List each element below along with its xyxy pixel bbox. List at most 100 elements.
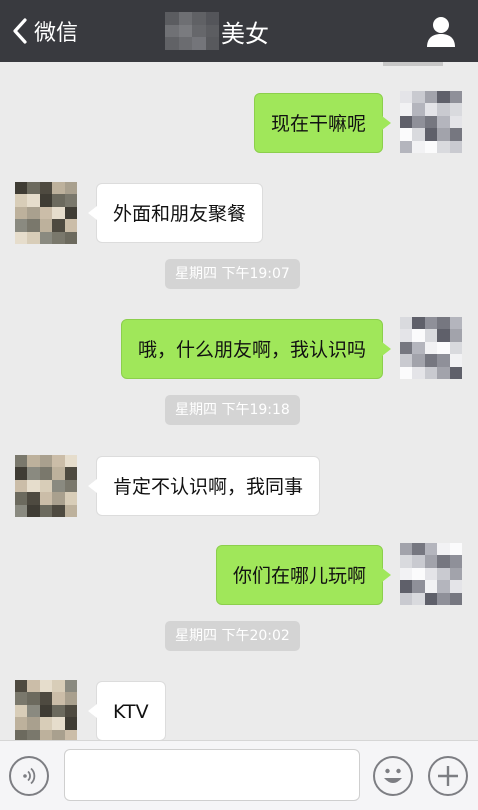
avatar-mosaic-cell: [15, 479, 28, 493]
avatar-mosaic-cell: [64, 182, 77, 195]
avatar-mosaic-cell: [15, 717, 28, 730]
avatar-mosaic-cell: [449, 103, 462, 116]
avatar-mosaic-cell: [449, 128, 462, 141]
avatar-mosaic-cell: [64, 219, 77, 232]
emoji-icon[interactable]: [373, 756, 413, 796]
plus-icon[interactable]: [428, 756, 468, 796]
avatar-mosaic-cell: [412, 555, 425, 568]
avatar-mosaic-cell: [412, 115, 425, 129]
blurred-name-mosaic: [165, 12, 219, 50]
avatar-mosaic-cell: [64, 206, 77, 220]
message-bubble-sent[interactable]: 哦，什么朋友啊，我认识吗: [120, 319, 392, 379]
avatar-mosaic-cell: [64, 455, 77, 468]
avatar-mosaic-cell: [15, 231, 28, 244]
avatar-mosaic-cell: [412, 354, 425, 367]
avatar-mosaic-cell: [400, 115, 413, 129]
chevron-left-icon: [12, 17, 28, 45]
avatar-mosaic-cell: [424, 567, 438, 581]
avatar-mosaic-cell: [27, 467, 40, 480]
contact-avatar[interactable]: [15, 455, 77, 517]
timestamp: 星期四 下午19:07: [165, 259, 300, 289]
my-avatar[interactable]: [400, 317, 462, 379]
avatar-mosaic-cell: [27, 692, 40, 705]
avatar-mosaic-cell: [39, 692, 53, 705]
avatar-mosaic-cell: [52, 729, 65, 740]
avatar-mosaic-cell: [27, 455, 40, 468]
message-bubble-sent[interactable]: 现在干嘛呢: [253, 93, 392, 153]
my-avatar[interactable]: [400, 91, 462, 153]
avatar-mosaic-cell: [449, 555, 462, 568]
avatar-mosaic-cell: [437, 91, 450, 104]
avatar-mosaic-cell: [437, 543, 450, 556]
avatar-mosaic-cell: [52, 704, 65, 718]
my-avatar[interactable]: [400, 543, 462, 605]
chat-title-text: 美女: [221, 19, 269, 48]
avatar-mosaic-cell: [64, 194, 77, 207]
message-input[interactable]: [64, 749, 360, 801]
avatar-mosaic-cell: [27, 729, 40, 740]
avatar-mosaic-cell: [412, 140, 425, 153]
avatar-mosaic-cell: [449, 567, 462, 581]
avatar-mosaic-cell: [424, 317, 438, 330]
avatar-mosaic-cell: [39, 504, 53, 517]
avatar-mosaic-cell: [437, 115, 450, 129]
message-bubble-received[interactable]: 外面和朋友聚餐: [87, 183, 264, 243]
avatar-mosaic-cell: [400, 543, 413, 556]
avatar-mosaic-cell: [424, 140, 438, 153]
avatar-mosaic-cell: [27, 231, 40, 244]
avatar-mosaic-cell: [424, 592, 438, 605]
message-bubble-received[interactable]: KTV: [88, 681, 166, 740]
avatar-mosaic-cell: [64, 467, 77, 480]
avatar-mosaic-cell: [39, 479, 53, 493]
avatar-mosaic-cell: [15, 467, 28, 480]
avatar-mosaic-cell: [52, 692, 65, 705]
avatar-mosaic-cell: [437, 128, 450, 141]
message-list[interactable]: 现在干嘛呢 外面和朋友聚餐 星期四 下午19:07 哦，什么朋友啊，我认识吗 星…: [0, 62, 478, 740]
voice-icon[interactable]: [9, 756, 49, 796]
avatar-mosaic-cell: [64, 492, 77, 505]
person-icon[interactable]: [424, 14, 458, 48]
avatar-mosaic-cell: [400, 329, 413, 342]
avatar-mosaic-cell: [400, 366, 413, 379]
avatar-mosaic-cell: [39, 467, 53, 480]
avatar-mosaic-cell: [412, 366, 425, 379]
avatar-mosaic-cell: [27, 219, 40, 232]
avatar-mosaic-cell: [437, 567, 450, 581]
avatar-mosaic-cell: [64, 231, 77, 244]
avatar-mosaic-cell: [400, 140, 413, 153]
avatar-mosaic-cell: [412, 329, 425, 342]
avatar-mosaic-cell: [449, 366, 462, 379]
avatar-mosaic-cell: [424, 366, 438, 379]
avatar-mosaic-cell: [424, 354, 438, 367]
avatar-mosaic-cell: [15, 182, 28, 195]
avatar-mosaic-cell: [27, 479, 40, 493]
avatar-mosaic-cell: [437, 592, 450, 605]
message-bubble-sent[interactable]: 你们在哪儿玩啊: [215, 545, 392, 605]
avatar-mosaic-cell: [449, 354, 462, 367]
avatar-mosaic-cell: [27, 680, 40, 693]
avatar-mosaic-cell: [424, 128, 438, 141]
avatar-mosaic-cell: [449, 580, 462, 593]
avatar-mosaic-cell: [437, 317, 450, 330]
avatar-mosaic-cell: [437, 366, 450, 379]
avatar-mosaic-cell: [437, 354, 450, 367]
avatar-mosaic-cell: [400, 317, 413, 330]
avatar-mosaic-cell: [400, 580, 413, 593]
contact-avatar[interactable]: [15, 680, 77, 740]
avatar-mosaic-cell: [412, 341, 425, 355]
back-button[interactable]: 微信: [12, 0, 78, 62]
avatar-mosaic-cell: [412, 543, 425, 556]
avatar-mosaic-cell: [39, 492, 53, 505]
avatar-mosaic-cell: [15, 504, 28, 517]
message-bubble-received[interactable]: 肯定不认识啊，我同事: [87, 456, 321, 516]
chat-header: 微信 美女: [0, 0, 478, 62]
avatar-mosaic-cell: [64, 717, 77, 730]
avatar-mosaic-cell: [400, 555, 413, 568]
avatar-mosaic-cell: [412, 592, 425, 605]
avatar-mosaic-cell: [52, 479, 65, 493]
avatar-mosaic-cell: [52, 219, 65, 232]
avatar-mosaic-cell: [39, 717, 53, 730]
contact-avatar[interactable]: [15, 182, 77, 244]
avatar-mosaic-cell: [400, 103, 413, 116]
avatar-mosaic-cell: [412, 580, 425, 593]
